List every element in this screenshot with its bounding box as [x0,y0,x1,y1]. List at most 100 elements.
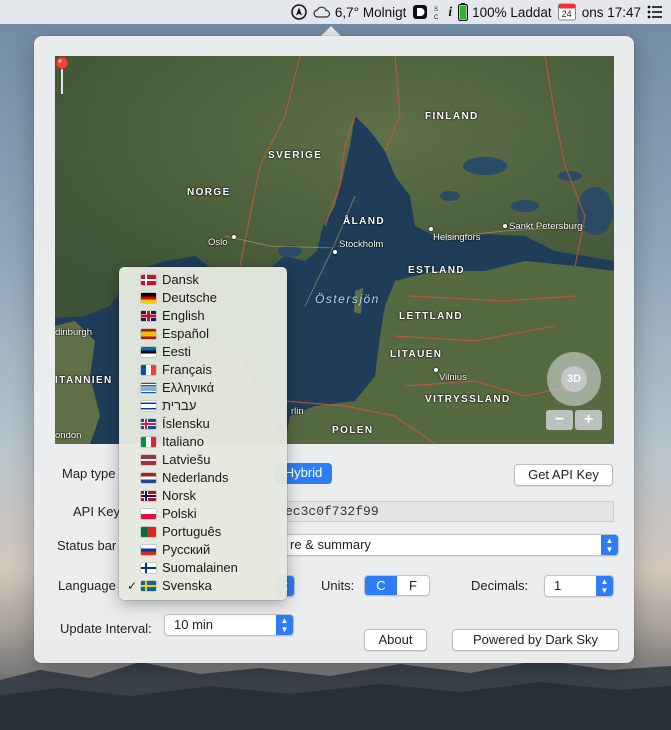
language-option[interactable]: Suomalainen [119,559,287,577]
city-dot-helsingfors [429,227,433,231]
flag-no-icon [141,491,156,501]
language-option-label: Íslensku [162,416,210,431]
language-option[interactable]: Deutsche [119,289,287,307]
language-label: Language [58,578,116,593]
api-key-label: API Key [73,504,120,519]
language-dropdown-menu: Dansk Deutsche English Español Eesti Français… [119,267,287,600]
language-option-label: Polski [162,506,197,521]
flag-ru-icon [141,545,156,555]
map-label-norge: NORGE [187,187,231,198]
language-option-label: Deutsche [162,290,217,305]
navigation-status-icon[interactable] [291,4,307,20]
city-label-stockholm: Stockholm [339,239,384,250]
weather-text: 6,7° Molnigt [334,4,407,20]
language-option-label: Suomalainen [162,560,238,575]
language-option[interactable]: Dansk [119,271,287,289]
checkmark-icon: ✓ [127,579,138,593]
map-label-estland: ESTLAND [408,265,466,276]
status-bar-label: Status bar [57,538,117,553]
language-option[interactable]: Português [119,523,287,541]
calendar-icon[interactable]: 24 [557,3,576,21]
language-option[interactable]: Polski [119,505,287,523]
update-interval-select[interactable]: 10 min ▲ ▼ [164,614,294,636]
3d-toggle-button[interactable]: 3D [561,366,587,392]
decimals-value: 1 [554,578,562,593]
calendar-day: 24 [561,9,572,19]
map-label-itannien: ITANNIEN [55,375,113,386]
flag-de-icon [141,293,156,303]
zoom-in-button[interactable]: + [575,410,602,430]
map-label-sea: Östersjön [315,292,380,306]
map-compass[interactable]: 3D [547,352,601,406]
map-label-lettland: LETTLAND [399,311,463,322]
zoom-out-button[interactable]: − [546,410,573,430]
language-option-label: Svenska [162,578,212,593]
language-option[interactable]: English [119,307,287,325]
map-label-finland: FINLAND [425,111,479,122]
units-c-button[interactable]: C [365,576,397,595]
units-f-button[interactable]: F [397,576,429,595]
language-option[interactable]: Íslensku [119,415,287,433]
city-label-helsingfors: Helsingfors [433,232,481,243]
city-label-berlin: rlin [291,406,304,417]
flag-it-icon [141,437,156,447]
about-button[interactable]: About [364,629,427,651]
language-option[interactable]: Eesti [119,343,287,361]
notification-center-icon[interactable] [647,5,663,19]
language-option-label: Español [162,326,209,341]
weather-status-item[interactable]: 6,7° Molnigt [313,5,406,20]
flag-pl-icon [141,509,156,519]
battery-text: 100% Laddat [472,4,552,20]
units-segmented-control: C F [364,575,430,596]
flag-gr-icon [141,383,156,393]
city-dot-vilnius [434,368,438,372]
cloud-icon [313,6,331,18]
language-option[interactable]: Ελληνικά [119,379,287,397]
svg-text:S: S [434,7,438,13]
language-option[interactable]: עברית [119,397,287,415]
language-option[interactable]: Norsk [119,487,287,505]
update-interval-value: 10 min [174,617,214,632]
cpu-monitor-icon[interactable]: SC [434,4,442,20]
location-pin-icon[interactable] [55,56,69,96]
select-arrows-icon: ▲▼ [596,576,613,596]
language-option[interactable]: Español [119,325,287,343]
city-label-edinburgh: dinburgh [55,327,92,338]
clock[interactable]: ons 17:47 [582,5,641,20]
info-icon[interactable]: i [448,4,452,20]
flag-es-icon [141,329,156,339]
flag-gb-icon [141,311,156,321]
battery-icon [458,3,469,21]
powered-by-dark-sky-button[interactable]: Powered by Dark Sky [452,629,619,651]
language-option-label: Ελληνικά [162,380,215,395]
language-option-label: Eesti [162,344,191,359]
city-dot-sankt-petersburg [503,224,507,228]
decimals-label: Decimals: [471,578,529,593]
darksky-app-icon[interactable] [412,4,428,20]
map-label-sverige: SVERIGE [268,150,323,161]
flag-pt-icon [141,527,156,537]
language-option[interactable]: Français [119,361,287,379]
menu-bar: 6,7° Molnigt SC i 100% Laddat 24 ons 17:… [0,0,671,24]
language-option-label: Nederlands [162,470,229,485]
city-label-london: ondon [55,430,82,441]
city-dot-stockholm [333,250,337,254]
get-api-key-button[interactable]: Get API Key [514,464,613,486]
api-key-field[interactable]: ec3c0f732f99 [280,501,614,522]
language-option[interactable]: Nederlands [119,469,287,487]
battery-status-item[interactable]: 100% Laddat [458,3,552,21]
status-bar-select[interactable]: re & summary ▲ ▼ [280,534,619,556]
language-option-label: Italiano [162,434,204,449]
city-dot-oslo [232,235,236,239]
language-option-label: Français [162,362,212,377]
flag-nl-icon [141,473,156,483]
decimals-select[interactable]: 1 ▲ ▼ [544,575,614,597]
language-option[interactable]: Latviešu [119,451,287,469]
update-interval-label: Update Interval: [60,621,152,636]
status-bar-value: re & summary [290,537,371,552]
language-option[interactable]: ✓ Svenska [119,577,287,595]
language-option[interactable]: Italiano [119,433,287,451]
select-arrows-icon: ▲▼ [601,535,618,555]
language-option[interactable]: Русский [119,541,287,559]
flag-ee-icon [141,347,156,357]
